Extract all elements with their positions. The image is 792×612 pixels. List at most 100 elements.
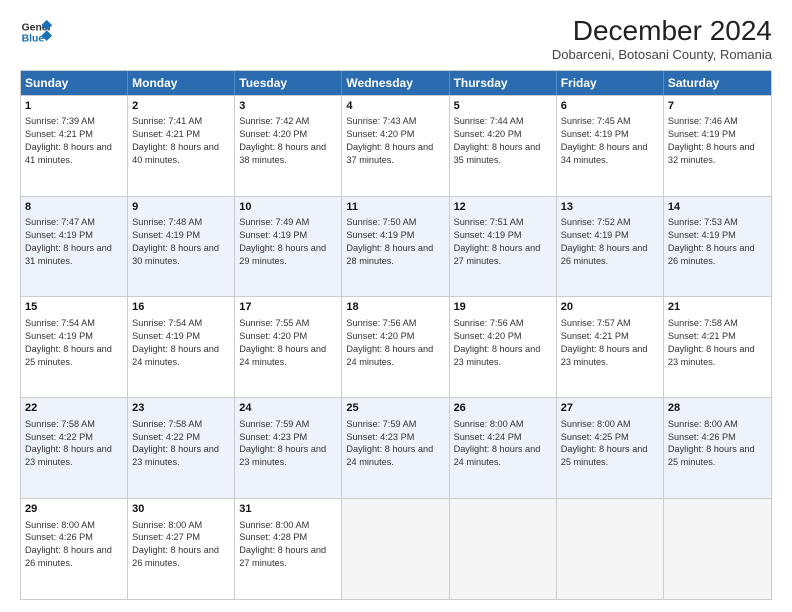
day-cell-8: 8Sunrise: 7:47 AMSunset: 4:19 PMDaylight…	[21, 197, 128, 297]
day-number: 23	[132, 401, 230, 416]
page: General Blue December 2024 Dobarceni, Bo…	[0, 0, 792, 612]
sunrise-text: Sunrise: 7:41 AM	[132, 116, 202, 126]
daylight-text: Daylight: 8 hours and 25 minutes.	[561, 444, 648, 467]
calendar-week-5: 29Sunrise: 8:00 AMSunset: 4:26 PMDayligh…	[21, 498, 771, 599]
sunset-text: Sunset: 4:20 PM	[239, 129, 307, 139]
day-header-monday: Monday	[128, 71, 235, 95]
daylight-text: Daylight: 8 hours and 23 minutes.	[561, 344, 648, 367]
daylight-text: Daylight: 8 hours and 24 minutes.	[132, 344, 219, 367]
sunset-text: Sunset: 4:19 PM	[25, 230, 93, 240]
day-cell-30: 30Sunrise: 8:00 AMSunset: 4:27 PMDayligh…	[128, 499, 235, 599]
day-cell-22: 22Sunrise: 7:58 AMSunset: 4:22 PMDayligh…	[21, 398, 128, 498]
calendar-week-4: 22Sunrise: 7:58 AMSunset: 4:22 PMDayligh…	[21, 397, 771, 498]
day-number: 19	[454, 300, 552, 315]
daylight-text: Daylight: 8 hours and 28 minutes.	[346, 243, 433, 266]
sunset-text: Sunset: 4:20 PM	[239, 331, 307, 341]
sunrise-text: Sunrise: 7:42 AM	[239, 116, 309, 126]
sunrise-text: Sunrise: 7:55 AM	[239, 318, 309, 328]
svg-text:Blue: Blue	[22, 34, 45, 45]
sunrise-text: Sunrise: 7:58 AM	[668, 318, 738, 328]
sunrise-text: Sunrise: 7:52 AM	[561, 217, 631, 227]
sunrise-text: Sunrise: 7:58 AM	[132, 419, 202, 429]
sunrise-text: Sunrise: 8:00 AM	[561, 419, 631, 429]
day-header-wednesday: Wednesday	[342, 71, 449, 95]
empty-cell	[450, 499, 557, 599]
day-cell-29: 29Sunrise: 8:00 AMSunset: 4:26 PMDayligh…	[21, 499, 128, 599]
header: General Blue December 2024 Dobarceni, Bo…	[20, 16, 772, 62]
sunrise-text: Sunrise: 7:48 AM	[132, 217, 202, 227]
day-cell-16: 16Sunrise: 7:54 AMSunset: 4:19 PMDayligh…	[128, 297, 235, 397]
sunset-text: Sunset: 4:19 PM	[454, 230, 522, 240]
day-number: 3	[239, 99, 337, 114]
sunset-text: Sunset: 4:27 PM	[132, 532, 200, 542]
calendar-week-2: 8Sunrise: 7:47 AMSunset: 4:19 PMDaylight…	[21, 196, 771, 297]
daylight-text: Daylight: 8 hours and 40 minutes.	[132, 142, 219, 165]
day-cell-26: 26Sunrise: 8:00 AMSunset: 4:24 PMDayligh…	[450, 398, 557, 498]
daylight-text: Daylight: 8 hours and 23 minutes.	[668, 344, 755, 367]
daylight-text: Daylight: 8 hours and 23 minutes.	[25, 444, 112, 467]
sunset-text: Sunset: 4:23 PM	[346, 432, 414, 442]
daylight-text: Daylight: 8 hours and 41 minutes.	[25, 142, 112, 165]
day-number: 16	[132, 300, 230, 315]
daylight-text: Daylight: 8 hours and 24 minutes.	[239, 344, 326, 367]
sunset-text: Sunset: 4:19 PM	[561, 129, 629, 139]
day-cell-4: 4Sunrise: 7:43 AMSunset: 4:20 PMDaylight…	[342, 96, 449, 196]
title-block: December 2024 Dobarceni, Botosani County…	[552, 16, 772, 62]
day-number: 2	[132, 99, 230, 114]
day-cell-19: 19Sunrise: 7:56 AMSunset: 4:20 PMDayligh…	[450, 297, 557, 397]
sunset-text: Sunset: 4:25 PM	[561, 432, 629, 442]
day-number: 27	[561, 401, 659, 416]
sunset-text: Sunset: 4:20 PM	[454, 129, 522, 139]
sunset-text: Sunset: 4:19 PM	[132, 230, 200, 240]
day-number: 31	[239, 502, 337, 517]
sunset-text: Sunset: 4:20 PM	[346, 331, 414, 341]
calendar: SundayMondayTuesdayWednesdayThursdayFrid…	[20, 70, 772, 600]
day-cell-25: 25Sunrise: 7:59 AMSunset: 4:23 PMDayligh…	[342, 398, 449, 498]
sunrise-text: Sunrise: 7:56 AM	[454, 318, 524, 328]
sunrise-text: Sunrise: 7:59 AM	[346, 419, 416, 429]
day-header-thursday: Thursday	[450, 71, 557, 95]
day-cell-11: 11Sunrise: 7:50 AMSunset: 4:19 PMDayligh…	[342, 197, 449, 297]
day-number: 28	[668, 401, 767, 416]
daylight-text: Daylight: 8 hours and 34 minutes.	[561, 142, 648, 165]
day-cell-7: 7Sunrise: 7:46 AMSunset: 4:19 PMDaylight…	[664, 96, 771, 196]
calendar-week-3: 15Sunrise: 7:54 AMSunset: 4:19 PMDayligh…	[21, 296, 771, 397]
day-cell-3: 3Sunrise: 7:42 AMSunset: 4:20 PMDaylight…	[235, 96, 342, 196]
sunrise-text: Sunrise: 8:00 AM	[454, 419, 524, 429]
day-number: 17	[239, 300, 337, 315]
sunrise-text: Sunrise: 7:49 AM	[239, 217, 309, 227]
day-cell-15: 15Sunrise: 7:54 AMSunset: 4:19 PMDayligh…	[21, 297, 128, 397]
day-number: 4	[346, 99, 444, 114]
daylight-text: Daylight: 8 hours and 30 minutes.	[132, 243, 219, 266]
day-cell-14: 14Sunrise: 7:53 AMSunset: 4:19 PMDayligh…	[664, 197, 771, 297]
daylight-text: Daylight: 8 hours and 29 minutes.	[239, 243, 326, 266]
sunrise-text: Sunrise: 7:54 AM	[25, 318, 95, 328]
day-number: 10	[239, 200, 337, 215]
sunset-text: Sunset: 4:28 PM	[239, 532, 307, 542]
day-number: 9	[132, 200, 230, 215]
main-title: December 2024	[552, 16, 772, 47]
day-number: 30	[132, 502, 230, 517]
daylight-text: Daylight: 8 hours and 32 minutes.	[668, 142, 755, 165]
daylight-text: Daylight: 8 hours and 27 minutes.	[454, 243, 541, 266]
sunrise-text: Sunrise: 7:51 AM	[454, 217, 524, 227]
sunset-text: Sunset: 4:20 PM	[454, 331, 522, 341]
sunrise-text: Sunrise: 7:46 AM	[668, 116, 738, 126]
sunrise-text: Sunrise: 7:47 AM	[25, 217, 95, 227]
day-number: 5	[454, 99, 552, 114]
day-number: 25	[346, 401, 444, 416]
daylight-text: Daylight: 8 hours and 25 minutes.	[668, 444, 755, 467]
sunset-text: Sunset: 4:19 PM	[132, 331, 200, 341]
day-cell-12: 12Sunrise: 7:51 AMSunset: 4:19 PMDayligh…	[450, 197, 557, 297]
calendar-body: 1Sunrise: 7:39 AMSunset: 4:21 PMDaylight…	[21, 95, 771, 599]
logo: General Blue	[20, 16, 52, 48]
sunrise-text: Sunrise: 7:39 AM	[25, 116, 95, 126]
subtitle: Dobarceni, Botosani County, Romania	[552, 47, 772, 62]
day-cell-24: 24Sunrise: 7:59 AMSunset: 4:23 PMDayligh…	[235, 398, 342, 498]
sunset-text: Sunset: 4:19 PM	[25, 331, 93, 341]
sunrise-text: Sunrise: 7:44 AM	[454, 116, 524, 126]
empty-cell	[342, 499, 449, 599]
day-cell-10: 10Sunrise: 7:49 AMSunset: 4:19 PMDayligh…	[235, 197, 342, 297]
day-number: 11	[346, 200, 444, 215]
daylight-text: Daylight: 8 hours and 37 minutes.	[346, 142, 433, 165]
